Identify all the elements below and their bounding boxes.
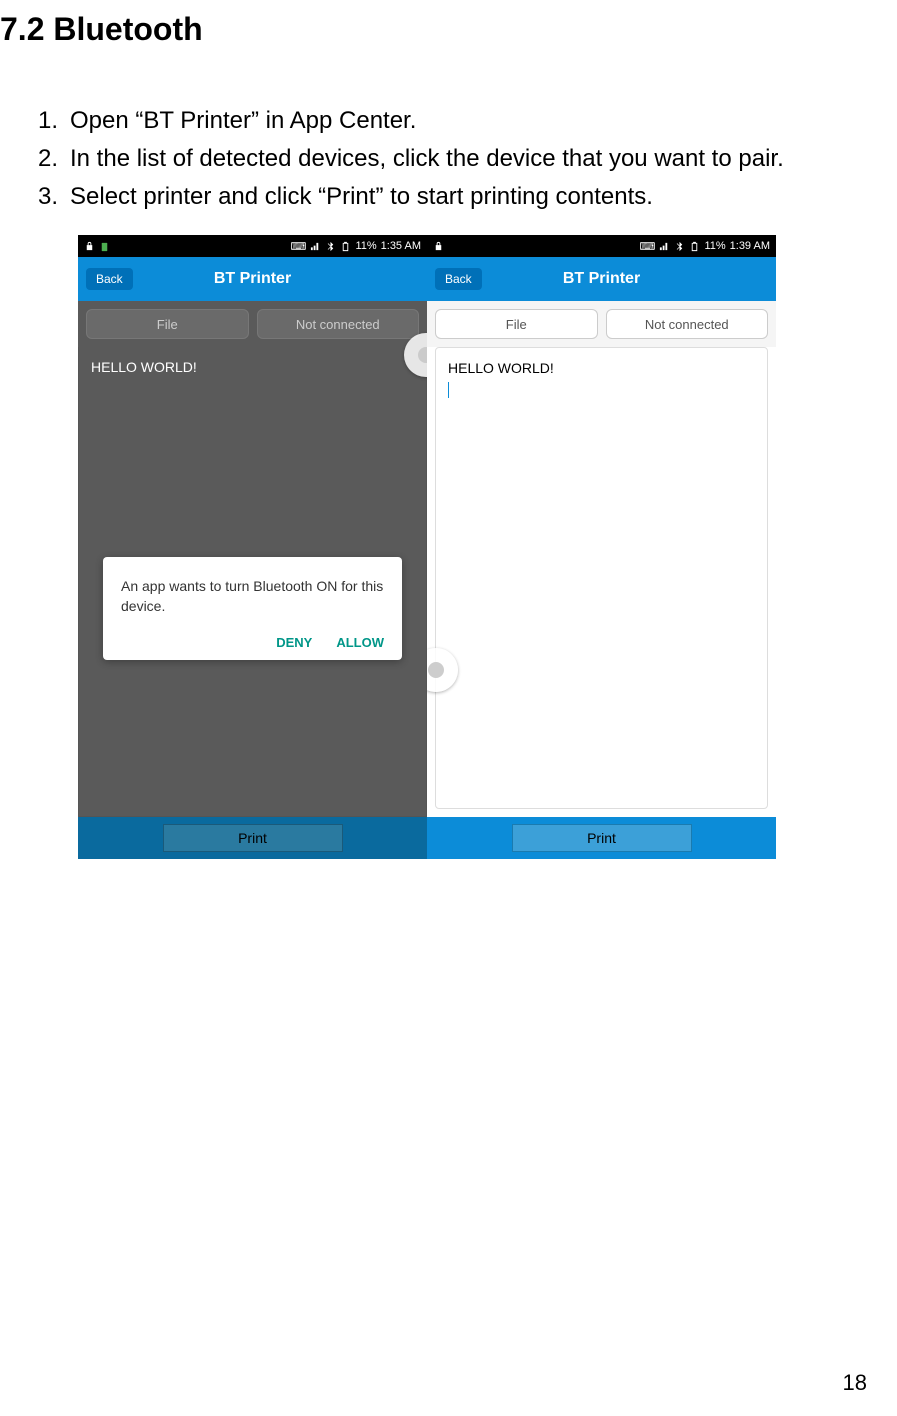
status-bar: ⌨ 11% 1:35 AM [78,235,427,257]
status-left [84,241,110,252]
content-text: HELLO WORLD! [79,347,426,387]
section-title: 7.2 Bluetooth [0,10,867,48]
bluetooth-dialog: An app wants to turn Bluetooth ON for th… [103,557,402,659]
list-text: Open “BT Printer” in App Center. [70,103,867,139]
text-cursor [448,382,449,398]
lock-icon [433,241,444,252]
connection-button[interactable]: Not connected [606,309,769,339]
screenshots-container: ⌨ 11% 1:35 AM Back BT Printer File Not c… [78,235,867,859]
status-time: 1:39 AM [730,240,770,252]
page-number: 18 [843,1370,867,1396]
back-button[interactable]: Back [86,268,133,290]
list-item: 1. Open “BT Printer” in App Center. [38,103,867,139]
signal-icon [310,241,321,252]
bluetooth-icon [674,241,685,252]
content-text: HELLO WORLD! [436,348,767,388]
lock-icon [84,241,95,252]
status-bar: ⌨ 11% 1:39 AM [427,235,776,257]
battery-icon [689,241,700,252]
content-area: HELLO WORLD! An app wants to turn Blueto… [78,347,427,817]
list-number: 2. [38,141,70,177]
list-number: 1. [38,103,70,139]
keyboard-icon: ⌨ [291,240,307,253]
app-title: BT Printer [563,270,640,288]
status-time: 1:35 AM [381,240,421,252]
button-row: File Not connected [427,301,776,347]
signal-icon [659,241,670,252]
keyboard-icon: ⌨ [640,240,656,253]
app-header: Back BT Printer [78,257,427,301]
status-left [433,241,444,252]
print-button[interactable]: Print [163,824,343,852]
file-button[interactable]: File [86,309,249,339]
allow-button[interactable]: ALLOW [336,635,384,650]
print-bar: Print [427,817,776,859]
bluetooth-icon [325,241,336,252]
back-button[interactable]: Back [435,268,482,290]
assistive-touch-icon[interactable] [427,648,458,692]
dialog-text: An app wants to turn Bluetooth ON for th… [121,577,384,616]
phone-screenshot-2: ⌨ 11% 1:39 AM Back BT Printer File Not c… [427,235,776,859]
battery-icon [340,241,351,252]
connection-button[interactable]: Not connected [257,309,420,339]
phone-screenshot-1: ⌨ 11% 1:35 AM Back BT Printer File Not c… [78,235,427,859]
status-right: ⌨ 11% 1:39 AM [640,240,770,253]
instruction-list: 1. Open “BT Printer” in App Center. 2. I… [0,103,867,215]
content-area[interactable]: HELLO WORLD! [435,347,768,809]
list-item: 2. In the list of detected devices, clic… [38,141,867,177]
button-row: File Not connected [78,301,427,347]
app-title: BT Printer [214,270,291,288]
deny-button[interactable]: DENY [276,635,312,650]
list-number: 3. [38,179,70,215]
print-bar: Print [78,817,427,859]
file-button[interactable]: File [435,309,598,339]
app-header: Back BT Printer [427,257,776,301]
list-text: Select printer and click “Print” to star… [70,179,867,215]
battery-small-icon [99,241,110,252]
list-text: In the list of detected devices, click t… [70,141,867,177]
status-right: ⌨ 11% 1:35 AM [291,240,421,253]
dialog-actions: DENY ALLOW [121,635,384,650]
battery-percent: 11% [704,240,725,252]
print-button[interactable]: Print [512,824,692,852]
battery-percent: 11% [355,240,376,252]
list-item: 3. Select printer and click “Print” to s… [38,179,867,215]
